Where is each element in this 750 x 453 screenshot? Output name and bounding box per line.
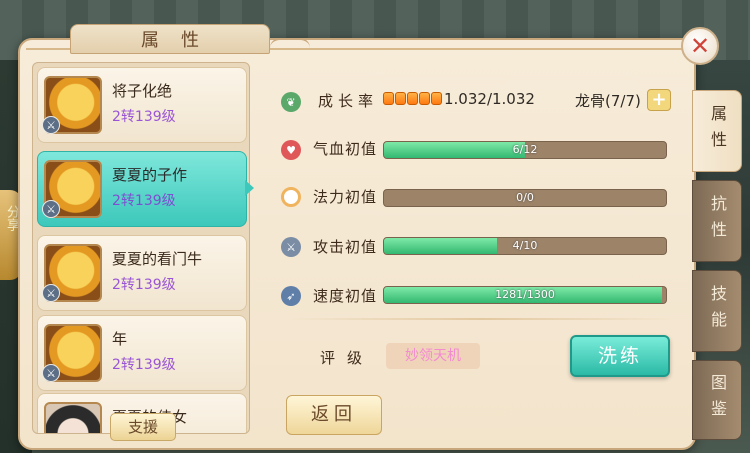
stat-label-hp: 气血初值 [313,140,378,158]
mana-ring-icon [281,187,301,207]
growth-pip [419,92,430,105]
stat-bar-spd: 1281/1300 [383,286,667,304]
stat-bar-hp: 6/12 [383,141,667,159]
stat-bar-text: 0/0 [516,191,534,204]
rating-label: 评级 [320,349,375,367]
add-dragon-bone-button[interactable]: + [647,89,671,111]
rating-value: 妙领天机 [386,343,480,369]
stat-label-spd: 速度初值 [313,287,378,305]
pet-name: 年 [112,330,128,348]
title-ornament [270,38,310,50]
stat-bar-text: 6/12 [512,143,538,156]
sword-badge-icon: ⚔ [42,284,60,302]
stat-bar-text: 1281/1300 [495,288,555,301]
sword-badge-icon: ⚔ [42,116,60,134]
pet-name: 将子化绝 [112,82,173,100]
tab-attributes[interactable]: 属性 [692,90,742,172]
growth-pip [431,92,442,105]
refine-button[interactable]: 洗练 [570,335,670,377]
pet-name: 夏夏的子作 [112,166,188,184]
stat-bar-mp: 0/0 [383,189,667,207]
back-button[interactable]: 返回 [286,395,382,435]
panel-title: 属性 [141,30,221,51]
maiden-avatar [44,402,102,433]
tab-resistance[interactable]: 抗性 [692,180,742,262]
growth-pip [395,92,406,105]
stat-bar-text: 4/10 [512,239,538,252]
pet-level: 2转139级 [112,277,176,293]
sword-badge-icon: ⚔ [42,364,60,382]
close-button[interactable]: ✕ [681,27,719,65]
leaf-icon: ❦ [281,92,301,112]
sword-icon: ⚔ [281,237,301,257]
pet-list[interactable]: ⚔ 将子化绝 2转139级 ⚔ 夏夏的子作 2转139级 ⚔ 夏夏的看门牛 2转… [32,62,250,434]
growth-pip [407,92,418,105]
tab-codex[interactable]: 图鉴 [692,360,742,440]
speed-icon: ➶ [281,286,301,306]
pet-list-item[interactable]: ⚔ 夏夏的看门牛 2转139级 [37,235,247,311]
pet-list-item-selected[interactable]: ⚔ 夏夏的子作 2转139级 [37,151,247,227]
growth-value: 1.032/1.032 [444,90,535,108]
pet-level: 2转139级 [112,109,176,125]
support-button[interactable]: 支援 [110,413,176,441]
section-divider [286,318,676,320]
pet-level: 2转139级 [112,357,176,373]
growth-label: 成长率 [318,92,379,110]
dragon-bone-label: 龙骨(7/7) [575,92,641,110]
growth-pips [383,92,442,105]
plus-icon: + [651,89,667,110]
close-icon: ✕ [689,32,711,60]
stat-label-mp: 法力初值 [313,188,378,206]
stat-bar-atk: 4/10 [383,237,667,255]
pet-list-item[interactable]: ⚔ 将子化绝 2转139级 [37,67,247,143]
selection-arrow-icon [245,180,254,196]
pet-name: 夏夏的看门牛 [112,250,203,268]
pet-list-item[interactable]: ⚔ 年 2转139级 [37,315,247,391]
tab-skills[interactable]: 技能 [692,270,742,352]
panel-title-tab: 属性 [70,24,270,54]
stat-label-atk: 攻击初值 [313,238,378,256]
growth-pip [383,92,394,105]
heart-icon: ♥ [281,140,301,160]
pet-level: 2转139级 [112,193,176,209]
sword-badge-icon: ⚔ [42,200,60,218]
